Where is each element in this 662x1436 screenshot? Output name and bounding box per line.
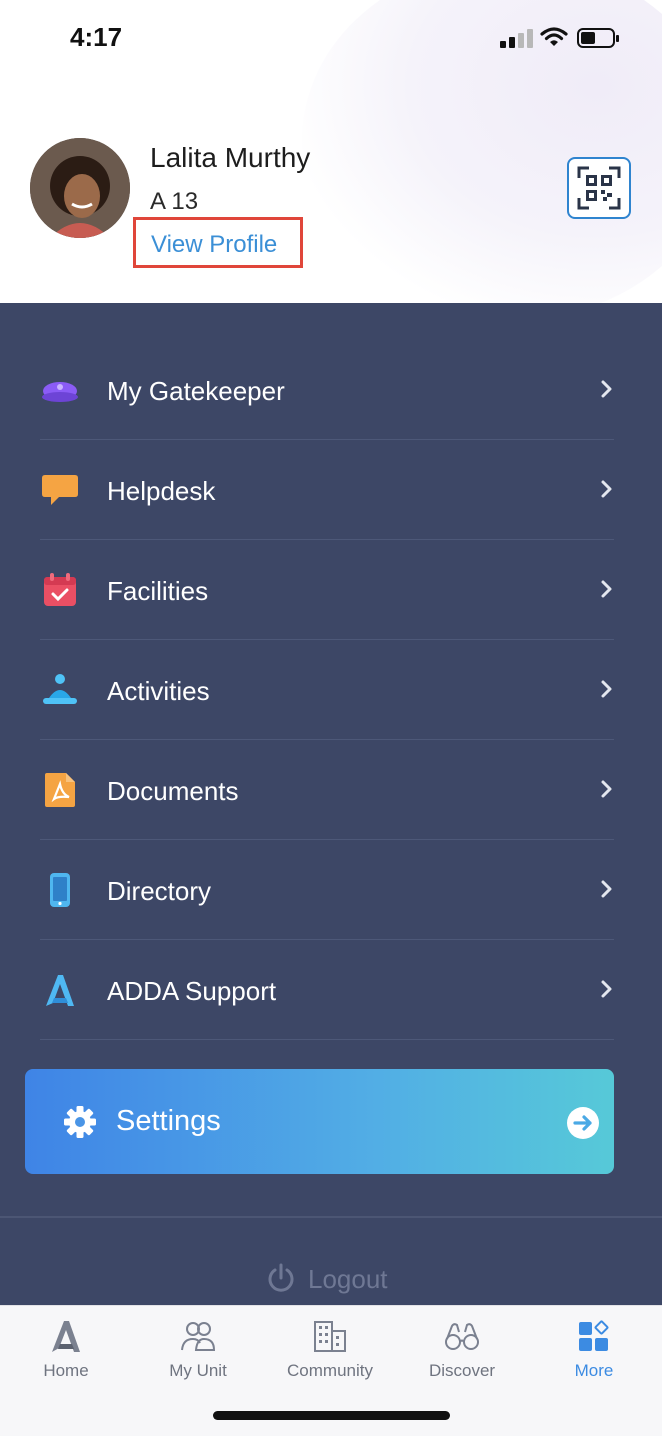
qr-code-button[interactable]	[567, 157, 631, 219]
menu-item-documents[interactable]: Documents	[40, 740, 614, 840]
tab-label: Discover	[428, 1361, 496, 1380]
home-indicator	[213, 1411, 450, 1420]
user-name: Lalita Murthy	[150, 142, 311, 173]
chat-bubble-icon	[40, 470, 80, 510]
menu-item-directory[interactable]: Directory	[40, 840, 614, 940]
adda-logo-icon	[40, 970, 80, 1010]
people-icon	[181, 1322, 216, 1351]
settings-label: Settings	[116, 1105, 221, 1137]
tab-label: Home	[43, 1361, 89, 1380]
menu-label: Facilities	[107, 576, 209, 606]
logout-label: Logout	[308, 1263, 388, 1294]
chevron-right-icon	[601, 380, 612, 398]
menu-item-helpdesk[interactable]: Helpdesk	[40, 440, 614, 540]
menu-label: Helpdesk	[107, 476, 216, 506]
menu-label: Activities	[107, 676, 210, 706]
calendar-check-icon	[40, 570, 80, 610]
activities-person-icon	[40, 670, 80, 710]
view-profile-link[interactable]: View Profile	[133, 217, 303, 268]
user-avatar[interactable]	[30, 138, 130, 238]
phone-icon	[40, 870, 80, 910]
menu-label: Documents	[107, 776, 239, 806]
settings-button[interactable]: Settings	[25, 1069, 614, 1174]
section-divider	[0, 1216, 662, 1218]
cellular-signal-icon	[500, 28, 534, 48]
status-bar: 4:17	[0, 0, 662, 80]
arrow-right-circle-icon	[567, 1107, 599, 1139]
chevron-right-icon	[601, 880, 612, 898]
tab-discover[interactable]: Discover	[396, 1306, 528, 1406]
wifi-icon	[540, 27, 568, 46]
chevron-right-icon	[601, 580, 612, 598]
battery-icon	[577, 28, 619, 48]
gear-icon	[64, 1106, 96, 1138]
menu-label: My Gatekeeper	[107, 376, 285, 406]
tab-my-unit[interactable]: My Unit	[132, 1306, 264, 1406]
logout-button[interactable]: Logout	[266, 1262, 388, 1296]
tab-community[interactable]: Community	[264, 1306, 396, 1406]
tab-label: Community	[287, 1361, 373, 1380]
chevron-right-icon	[601, 780, 612, 798]
grid-more-icon	[579, 1320, 609, 1351]
chevron-right-icon	[601, 480, 612, 498]
tab-home[interactable]: Home	[0, 1306, 132, 1406]
profile-header: 4:17 Lalita Murthy A 13 View Profile	[0, 0, 662, 303]
pdf-document-icon	[40, 770, 80, 810]
menu-item-facilities[interactable]: Facilities	[40, 540, 614, 640]
tab-label: My Unit	[169, 1361, 227, 1380]
menu-label: ADDA Support	[107, 976, 277, 1006]
tab-label: More	[574, 1361, 614, 1380]
power-icon	[268, 1263, 294, 1292]
tab-more[interactable]: More	[528, 1306, 660, 1406]
menu-item-adda-support[interactable]: ADDA Support	[40, 940, 614, 1040]
status-time: 4:17	[70, 22, 123, 52]
qr-code-icon	[577, 166, 621, 210]
building-icon	[314, 1321, 346, 1352]
menu-item-activities[interactable]: Activities	[40, 640, 614, 740]
menu-label: Directory	[107, 876, 212, 906]
binoculars-icon	[445, 1323, 479, 1350]
user-unit: A 13	[150, 188, 199, 215]
adda-home-icon	[52, 1321, 80, 1352]
menu-item-my-gatekeeper[interactable]: My Gatekeeper	[40, 340, 614, 440]
gatekeeper-cap-icon	[40, 370, 80, 410]
chevron-right-icon	[601, 980, 612, 998]
chevron-right-icon	[601, 680, 612, 698]
